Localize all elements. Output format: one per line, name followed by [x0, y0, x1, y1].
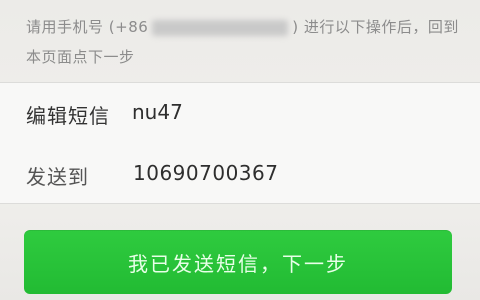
instruction-prefix: 请用手机号 (+86 [26, 18, 149, 36]
sms-content-row: 编辑短信 nu47 [0, 82, 480, 146]
sent-next-step-button[interactable]: 我已发送短信，下一步 [24, 230, 452, 294]
verification-screen: 请用手机号 (+86) 进行以下操作后，回到本页面点下一步 编辑短信 nu47 … [0, 0, 480, 300]
send-to-number: 10690700367 [133, 161, 279, 185]
sms-content-label: 编辑短信 [26, 104, 110, 128]
instruction-text: 请用手机号 (+86) 进行以下操作后，回到本页面点下一步 [26, 12, 466, 72]
send-to-label: 发送到 [26, 165, 89, 189]
sms-content-value: nu47 [132, 100, 183, 124]
send-to-row: 发送到 10690700367 [0, 145, 480, 204]
redacted-phone-number [152, 19, 289, 36]
